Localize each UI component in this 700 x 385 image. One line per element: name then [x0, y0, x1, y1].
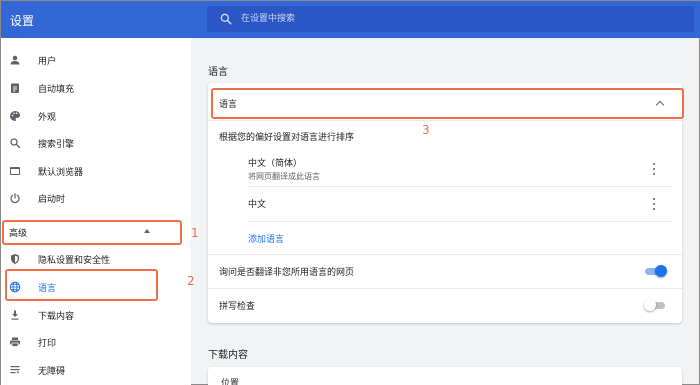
- browser-icon: [8, 164, 22, 178]
- language-note: 将网页翻译成此语言: [248, 172, 320, 181]
- sidebar-advanced-toggle[interactable]: 高级: [1, 218, 191, 246]
- section-title-downloads: 下载内容: [208, 350, 248, 361]
- annotation-number: 3: [422, 123, 430, 137]
- sidebar-item-label: 启动时: [38, 194, 66, 205]
- sidebar-item-label: 自动填充: [38, 84, 75, 95]
- sidebar-item-accessibility[interactable]: 无障碍: [1, 357, 191, 383]
- sidebar-item-people[interactable]: 用户: [1, 47, 191, 73]
- sidebar-item-label: 搜索引擎: [38, 139, 75, 150]
- accessibility-icon: [8, 363, 22, 377]
- spell-check-label: 拼写检查: [219, 302, 256, 312]
- languages-card: 语言 根据您的偏好设置对语言进行排序 中文（简体） 将网页翻译成此语言 中文 添…: [208, 83, 682, 323]
- divider: [248, 221, 672, 222]
- sidebar-item-label: 外观: [38, 112, 57, 123]
- sidebar-item-languages[interactable]: 语言: [1, 274, 191, 300]
- divider: [208, 288, 682, 289]
- search-icon: [8, 136, 22, 150]
- spell-check-toggle[interactable]: [644, 299, 666, 311]
- sidebar-item-autofill[interactable]: 自动填充: [1, 75, 191, 101]
- printer-icon: [8, 335, 22, 349]
- language-name: 中文: [248, 200, 267, 210]
- languages-card-header: 语言: [219, 100, 238, 110]
- person-icon: [8, 53, 22, 67]
- sidebar-item-privacy[interactable]: 隐私设置和安全性: [1, 246, 191, 272]
- language-name: 中文（简体）: [248, 159, 303, 169]
- sidebar-item-label: 下载内容: [38, 311, 75, 322]
- downloads-card: 位置: [208, 367, 682, 385]
- sidebar-item-downloads[interactable]: 下载内容: [1, 302, 191, 328]
- sidebar-item-search-engine[interactable]: 搜索引擎: [1, 130, 191, 156]
- sidebar-item-appearance[interactable]: 外观: [1, 103, 191, 129]
- annotation-number: 2: [187, 274, 195, 288]
- sidebar-item-printing[interactable]: 打印: [1, 329, 191, 355]
- language-order-label: 根据您的偏好设置对语言进行排序: [219, 133, 355, 143]
- more-options-icon[interactable]: [650, 162, 658, 176]
- sidebar-item-label: 打印: [38, 338, 57, 349]
- caret-up-icon: [144, 229, 150, 233]
- sidebar: 用户 自动填充 外观 搜索引擎 默认浏览器 启动时 高级 隐私设置和安全性 语言…: [1, 38, 191, 385]
- settings-window: 设置 用户 自动填充 外观: [0, 0, 700, 385]
- more-options-icon[interactable]: [650, 197, 658, 211]
- power-icon: [8, 191, 22, 205]
- clipboard-icon: [8, 81, 22, 95]
- annotation-number: 1: [191, 226, 199, 240]
- divider: [208, 120, 682, 121]
- globe-icon: [8, 280, 22, 294]
- sidebar-item-label: 默认浏览器: [38, 167, 84, 178]
- download-location-label: 位置: [221, 379, 240, 385]
- add-language-link[interactable]: 添加语言: [248, 232, 284, 245]
- translate-offer-label: 询问是否翻译非您所用语言的网页: [219, 268, 355, 278]
- search-box[interactable]: [207, 6, 694, 32]
- top-bar: 设置: [1, 1, 700, 38]
- sidebar-item-label: 用户: [38, 56, 57, 67]
- section-title-languages: 语言: [208, 67, 228, 78]
- advanced-label: 高级: [9, 228, 28, 239]
- search-input[interactable]: [241, 10, 681, 28]
- chevron-up-icon[interactable]: [655, 100, 665, 110]
- sidebar-item-label: 语言: [38, 283, 57, 294]
- sidebar-item-label: 隐私设置和安全性: [38, 255, 111, 266]
- translate-offer-toggle[interactable]: [644, 265, 667, 277]
- divider: [208, 254, 682, 255]
- sidebar-item-default-browser[interactable]: 默认浏览器: [1, 158, 191, 184]
- divider: [248, 186, 672, 187]
- sidebar-item-on-startup[interactable]: 启动时: [1, 185, 191, 211]
- download-icon: [8, 308, 22, 322]
- app-title: 设置: [10, 14, 35, 28]
- search-icon: [220, 13, 232, 25]
- shield-icon: [8, 252, 22, 266]
- palette-icon: [8, 109, 22, 123]
- sidebar-item-label: 无障碍: [38, 366, 66, 377]
- toggle-knob: [644, 299, 656, 311]
- toggle-knob: [655, 265, 667, 277]
